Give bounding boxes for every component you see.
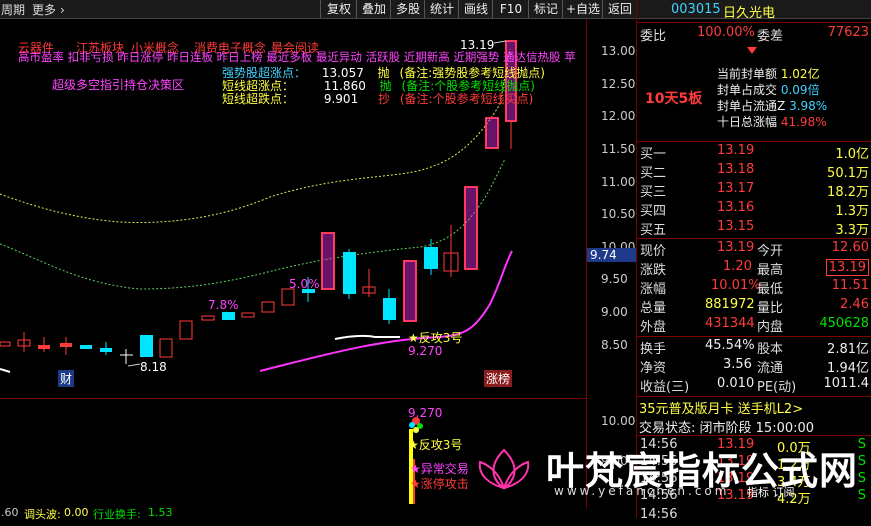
order-ratio-row: 委比 100.00% 委差 77623 bbox=[640, 25, 869, 44]
pct-label: 7.8% bbox=[208, 298, 239, 312]
watermark-url: www.yefanchen.com bbox=[554, 484, 730, 498]
stock-header: 003015 日久光电 bbox=[637, 2, 871, 22]
bid-row[interactable]: 买三 13.17 18.2万 bbox=[637, 181, 871, 200]
quote-row: 总量 881972 量比 2.46 bbox=[640, 297, 869, 316]
limit-list-badge[interactable]: 涨榜 bbox=[484, 370, 513, 387]
draw-line-button[interactable]: 画线 bbox=[458, 0, 493, 18]
sub-price-label: 9.270 bbox=[408, 406, 443, 420]
white-ma-line-left bbox=[0, 368, 11, 373]
back-button[interactable]: 返回 bbox=[602, 0, 637, 18]
finance-badge[interactable]: 财 bbox=[58, 370, 75, 387]
overlay-button[interactable]: 叠加 bbox=[356, 0, 391, 18]
bid-row[interactable]: 买四 13.16 1.3万 bbox=[637, 200, 871, 219]
indicator-footer: .60 调头波: 0.00 行业换手: 1.53 bbox=[1, 506, 173, 521]
fund-row: 收益(三) 0.010 PE(动) 1011.4 bbox=[640, 376, 869, 395]
bid-row[interactable]: 买五 13.15 3.3万 bbox=[637, 219, 871, 238]
sub-rebound-label: ★反攻3号 bbox=[408, 438, 463, 452]
add-watchlist-button[interactable]: +自选 bbox=[562, 0, 603, 18]
price-axis: 13.00 12.50 12.00 11.50 11.00 10.50 10.0… bbox=[586, 19, 637, 509]
quote-row: 外盘 431344 内盘 450628 bbox=[640, 316, 869, 335]
pct-label: 5.0% bbox=[289, 277, 320, 291]
watermark: 叶梵宸指标公式网 www.yefanchen.com bbox=[474, 438, 857, 498]
quote-row: 现价 13.19 今开 12.60 bbox=[640, 240, 869, 259]
seal-stats: 当前封单额 1.02亿 封单占成交 0.09倍 封单占流通Z 3.98% 十日总… bbox=[717, 67, 828, 129]
period-button[interactable]: 周期 bbox=[1, 1, 25, 18]
axis-tick: 12.50 bbox=[601, 77, 636, 91]
axis-tick: 11.50 bbox=[601, 142, 636, 156]
multi-stock-button[interactable]: 多股 bbox=[390, 0, 425, 18]
lower-band-line bbox=[0, 158, 506, 290]
axis-tick: 9.00 bbox=[601, 305, 628, 319]
chevron-right-icon: › bbox=[60, 3, 65, 17]
tick-row: 14:56 bbox=[640, 507, 678, 522]
axis-tick: 10.00 bbox=[601, 414, 636, 428]
stock-code: 003015 bbox=[671, 2, 721, 17]
kline-chart[interactable]: 云器件 江苏板块 小米概念 消费电子概念 最会阅读 高市盈率 扣非亏损 昨日涨停… bbox=[0, 19, 586, 397]
expand-down-icon[interactable] bbox=[747, 44, 757, 54]
quote-row: 涨跌 1.20 最高 13.19 bbox=[637, 259, 871, 278]
star-icon: ★ bbox=[408, 438, 419, 452]
bid-row[interactable]: 买一 13.19 1.0亿 bbox=[637, 143, 871, 162]
strategy-zone-title: 超级多空指引持仓决策区 bbox=[52, 78, 185, 92]
stock-name: 日久光电 bbox=[723, 6, 776, 21]
mark-button[interactable]: 标记 bbox=[528, 0, 563, 18]
limit-attack-label: ★涨停攻击 bbox=[410, 477, 469, 491]
lotus-logo-icon bbox=[478, 448, 530, 490]
quote-row: 涨幅 10.01% 最低 11.51 bbox=[640, 278, 869, 297]
f10-button[interactable]: F10 bbox=[492, 0, 529, 18]
star-icon: ★ bbox=[410, 462, 421, 476]
axis-tick: 12.00 bbox=[601, 109, 636, 123]
more-button[interactable]: 更多 › bbox=[32, 1, 65, 18]
rebound-price: 9.270 bbox=[408, 344, 443, 358]
fund-row: 换手 45.54% 股本 2.81亿 bbox=[640, 338, 869, 357]
axis-tick: 10.50 bbox=[601, 207, 636, 221]
star-icon: ★ bbox=[410, 477, 421, 491]
overlay-row-3: 短线超跌点： 9.901 抄 (备注:个股参考短线买点) bbox=[222, 92, 534, 106]
low-price-label: 8.18 bbox=[140, 360, 167, 374]
white-ma-line bbox=[334, 334, 400, 340]
trade-status: 交易状态: 闭市阶段 15:00:00 bbox=[639, 421, 815, 436]
axis-tick: 8.50 bbox=[601, 338, 628, 352]
promo-link[interactable]: 35元普及版月卡 送手机L2> bbox=[639, 398, 803, 417]
axis-tick: 9.50 bbox=[601, 272, 628, 286]
top-price-label: 13.19 bbox=[460, 38, 495, 52]
fund-row: 净资 3.56 流通 1.94亿 bbox=[640, 357, 869, 376]
current-price-marker: 9.74 bbox=[587, 248, 637, 262]
bid-row[interactable]: 买二 13.18 50.1万 bbox=[637, 162, 871, 181]
axis-tick: 13.00 bbox=[601, 44, 636, 58]
axis-tick: 11.00 bbox=[601, 175, 636, 189]
limit-badge: 10天5板 bbox=[645, 91, 703, 107]
fuquan-button[interactable]: 复权 bbox=[320, 0, 357, 18]
statistics-button[interactable]: 统计 bbox=[424, 0, 459, 18]
star-icon: ★ bbox=[408, 331, 419, 345]
concept-tags: 高市盈率 扣非亏损 昨日涨停 昨日连板 昨日上榜 最近多板 最近异动 活跃股 近… bbox=[18, 50, 576, 64]
